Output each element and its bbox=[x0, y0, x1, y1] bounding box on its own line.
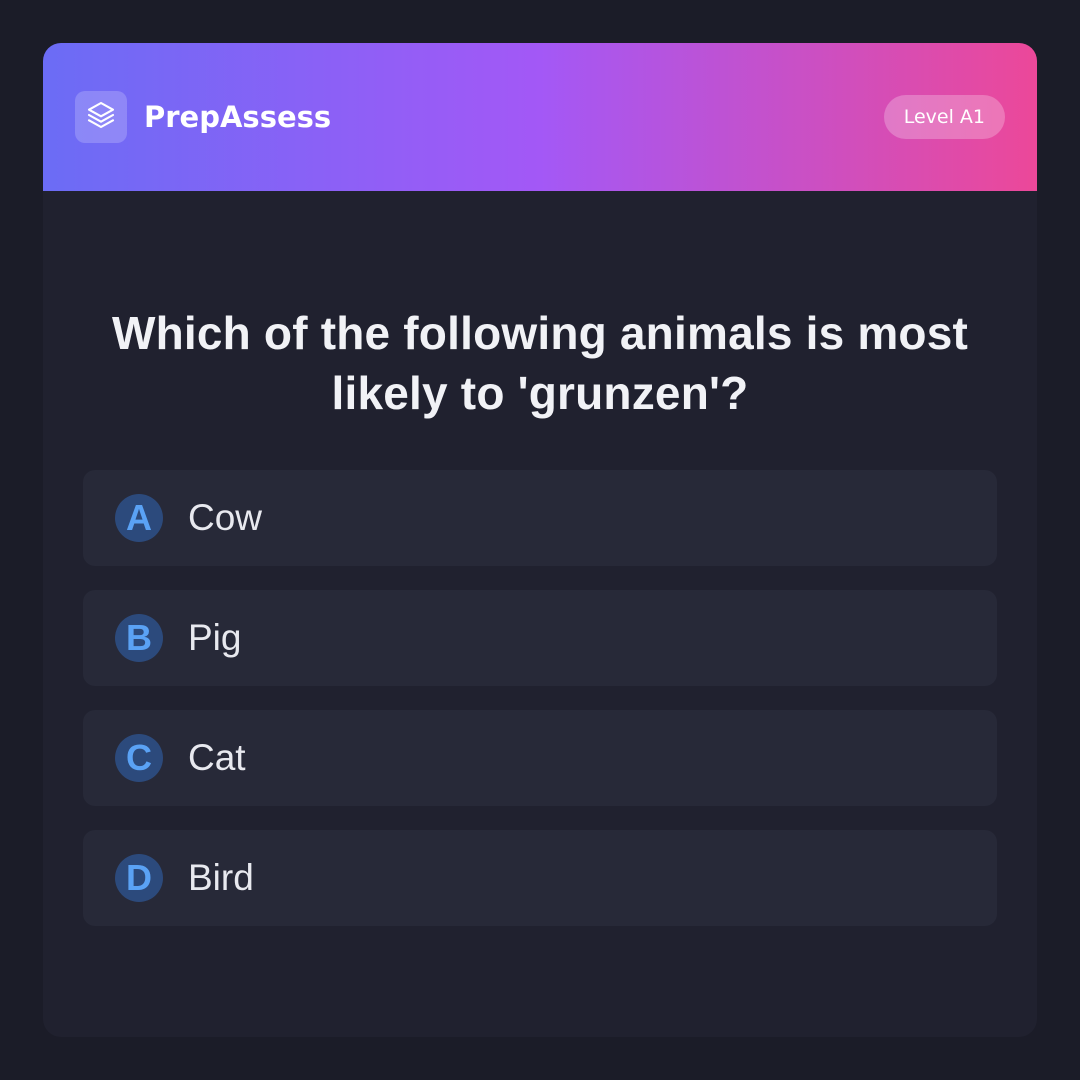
option-letter-badge: C bbox=[115, 734, 163, 782]
option-c-button[interactable]: C Cat bbox=[83, 710, 997, 806]
option-d-button[interactable]: D Bird bbox=[83, 830, 997, 926]
brand-title: PrepAssess bbox=[144, 100, 332, 134]
option-label: Cat bbox=[188, 737, 246, 778]
option-b-button[interactable]: B Pig bbox=[83, 590, 997, 686]
option-label: Pig bbox=[188, 617, 242, 658]
quiz-card: PrepAssess Level A1 Which of the followi… bbox=[43, 43, 1037, 1037]
option-label: Cow bbox=[188, 497, 263, 538]
layers-icon bbox=[85, 99, 117, 136]
option-label: Bird bbox=[188, 857, 254, 898]
header-banner: PrepAssess Level A1 bbox=[43, 43, 1037, 191]
option-a-button[interactable]: A Cow bbox=[83, 470, 997, 566]
question-text: Which of the following animals is most l… bbox=[111, 307, 969, 419]
option-letter-badge: A bbox=[115, 494, 163, 542]
option-letter-badge: D bbox=[115, 854, 163, 902]
option-letter-badge: B bbox=[115, 614, 163, 662]
level-badge: Level A1 bbox=[883, 95, 1005, 139]
answer-options: A Cow B Pig C Cat D Bird bbox=[83, 470, 997, 950]
logo-box bbox=[75, 91, 127, 143]
